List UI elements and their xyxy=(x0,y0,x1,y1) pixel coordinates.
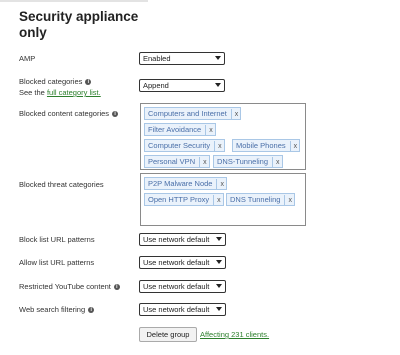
tag-personal-vpn: Personal VPN x xyxy=(144,155,210,168)
tag-computer-security: Computer Security x xyxy=(144,139,225,152)
tag-label: Computer Security xyxy=(148,141,211,150)
chevron-down-icon xyxy=(216,237,222,241)
info-icon[interactable]: i xyxy=(113,284,120,290)
full-category-list-link[interactable]: full category list. xyxy=(47,88,101,97)
chevron-down-icon xyxy=(216,307,222,311)
block-list-select-value: Use network default xyxy=(143,235,210,244)
blocked-categories-label: Blocked categories i xyxy=(19,77,92,87)
chevron-down-icon xyxy=(216,284,222,288)
blocked-categories-select[interactable]: Append xyxy=(139,79,225,92)
tag-label: Personal VPN xyxy=(148,157,196,166)
blocked-threat-label: Blocked threat categories xyxy=(19,180,104,189)
remove-tag-icon[interactable]: x xyxy=(205,125,215,136)
blocked-threat-multiselect[interactable]: P2P Malware Node x Open HTTP Proxy x DNS T… xyxy=(140,173,306,226)
top-divider xyxy=(0,0,148,2)
blocked-content-multiselect[interactable]: Computers and Internet x Filter Avoidance… xyxy=(140,103,306,170)
tag-computers-and-internet: Computers and Internet x xyxy=(144,107,242,120)
youtube-label: Restricted YouTube content i xyxy=(19,282,120,292)
blocked-categories-select-value: Append xyxy=(143,81,169,90)
tag-label: DNS-Tunneling xyxy=(217,157,268,166)
block-list-select[interactable]: Use network default xyxy=(139,233,226,246)
allow-list-label: Allow list URL patterns xyxy=(19,258,95,267)
remove-tag-icon[interactable]: x xyxy=(213,195,223,206)
delete-group-button[interactable]: Delete group xyxy=(139,327,197,342)
allow-list-select-value: Use network default xyxy=(143,258,210,267)
blocked-content-label: Blocked content categories i xyxy=(19,109,119,119)
amp-label: AMP xyxy=(19,54,36,63)
tag-dns-tunneling: DNS Tunneling x xyxy=(226,193,295,206)
info-icon[interactable]: i xyxy=(112,111,119,117)
remove-tag-icon[interactable]: x xyxy=(230,109,241,120)
amp-select-value: Enabled xyxy=(143,54,171,63)
youtube-select[interactable]: Use network default xyxy=(139,280,226,293)
chevron-down-icon xyxy=(215,56,221,60)
remove-tag-icon[interactable]: x xyxy=(216,179,226,190)
web-search-label: Web search filtering i xyxy=(19,305,95,315)
tag-label: Computers and Internet xyxy=(148,109,227,118)
remove-tag-icon[interactable]: x xyxy=(284,195,294,206)
section-title: Security appliance only xyxy=(19,9,139,40)
chevron-down-icon xyxy=(216,260,222,264)
blocked-content-label-text: Blocked content categories xyxy=(19,109,110,118)
remove-tag-icon[interactable]: x xyxy=(214,141,224,152)
tag-open-http-proxy: Open HTTP Proxy x xyxy=(144,193,224,206)
youtube-select-value: Use network default xyxy=(143,282,210,291)
web-search-label-text: Web search filtering xyxy=(19,305,86,314)
web-search-select[interactable]: Use network default xyxy=(139,303,226,316)
see-text: See the xyxy=(19,88,45,97)
block-list-label: Block list URL patterns xyxy=(19,235,95,244)
tag-p2p-malware-node: P2P Malware Node x xyxy=(144,177,227,190)
tag-label: DNS Tunneling xyxy=(230,195,281,204)
tag-dns-tunneling: DNS-Tunneling x xyxy=(213,155,283,168)
tag-mobile-phones: Mobile Phones x xyxy=(232,139,301,152)
allow-list-select[interactable]: Use network default xyxy=(139,256,226,269)
tag-label: P2P Malware Node xyxy=(148,179,213,188)
affecting-clients-link[interactable]: Affecting 231 clients. xyxy=(200,330,269,340)
blocked-categories-label-text: Blocked categories xyxy=(19,77,83,86)
category-list-hint: See the full category list. xyxy=(19,88,101,98)
tag-filter-avoidance: Filter Avoidance x xyxy=(144,123,216,136)
tag-label: Filter Avoidance xyxy=(148,125,202,134)
youtube-label-text: Restricted YouTube content xyxy=(19,282,111,291)
info-icon[interactable]: i xyxy=(88,307,95,313)
web-search-select-value: Use network default xyxy=(143,305,210,314)
remove-tag-icon[interactable]: x xyxy=(289,141,300,152)
amp-select[interactable]: Enabled xyxy=(139,52,225,65)
chevron-down-icon xyxy=(215,83,221,87)
tag-label: Open HTTP Proxy xyxy=(148,195,210,204)
remove-tag-icon[interactable]: x xyxy=(199,157,209,168)
remove-tag-icon[interactable]: x xyxy=(272,157,282,168)
tag-label: Mobile Phones xyxy=(236,141,286,150)
info-icon[interactable]: i xyxy=(85,79,92,85)
